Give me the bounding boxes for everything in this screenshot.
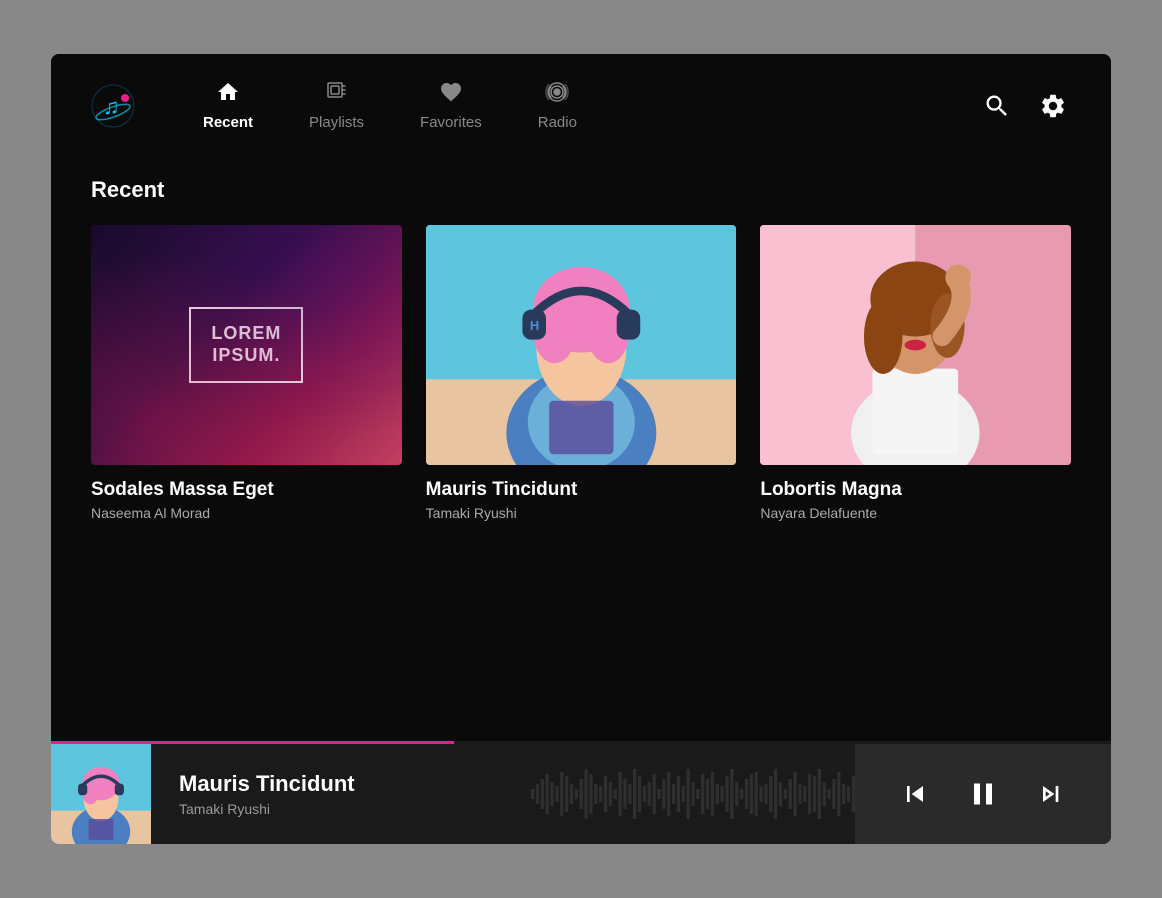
card-3-illustration <box>760 225 1071 465</box>
tab-recent[interactable]: Recent <box>175 72 281 139</box>
card-title-3: Lobortis Magna <box>760 479 1071 501</box>
player-thumbnail <box>51 744 151 844</box>
player-bar: Mauris Tincidunt Tamaki Ryushi <box>51 744 1111 844</box>
tab-playlists-label: Playlists <box>309 114 364 131</box>
nav-bar: ♫ Recent <box>51 54 1111 157</box>
tab-favorites[interactable]: Favorites <box>392 72 510 139</box>
card-image-3 <box>760 225 1071 465</box>
pause-button[interactable] <box>953 764 1013 824</box>
nav-actions <box>979 88 1071 124</box>
next-button[interactable] <box>1021 764 1081 824</box>
tab-playlists[interactable]: Playlists <box>281 72 392 139</box>
tab-recent-label: Recent <box>203 114 253 131</box>
player-controls <box>855 744 1111 844</box>
svg-text:H: H <box>530 318 539 333</box>
music-card-3[interactable]: Lobortis Magna Nayara Delafuente <box>760 225 1071 521</box>
nav-tabs: Recent Playlists <box>175 72 979 139</box>
card-artist-2: Tamaki Ryushi <box>426 505 737 521</box>
logo-icon: ♫ <box>91 84 135 128</box>
app-container: ♫ Recent <box>51 54 1111 844</box>
player-info: Mauris Tincidunt Tamaki Ryushi <box>151 771 531 817</box>
svg-text:♫: ♫ <box>103 94 120 119</box>
card-artist-3: Nayara Delafuente <box>760 505 1071 521</box>
card-title-2: Mauris Tincidunt <box>426 479 737 501</box>
search-button[interactable] <box>979 88 1015 124</box>
player-thumb-art <box>51 744 151 844</box>
section-title: Recent <box>91 177 1071 203</box>
radio-icon <box>545 80 569 108</box>
card-artist-1: Naseema Al Morad <box>91 505 402 521</box>
home-icon <box>216 80 240 108</box>
playlist-icon <box>325 80 349 108</box>
player-artist: Tamaki Ryushi <box>179 801 503 817</box>
tab-favorites-label: Favorites <box>420 114 482 131</box>
player-waveform <box>531 744 855 844</box>
player-title: Mauris Tincidunt <box>179 771 503 797</box>
prev-icon <box>899 778 931 810</box>
swirl-overlay <box>91 225 402 465</box>
card-image-1: LOREMIPSUM. <box>91 225 402 465</box>
prev-button[interactable] <box>885 764 945 824</box>
card-image-2: H <box>426 225 737 465</box>
music-card-1[interactable]: LOREMIPSUM. Sodales Massa Eget Naseema A… <box>91 225 402 521</box>
heart-icon <box>439 80 463 108</box>
pause-icon <box>965 776 1001 812</box>
card-title-1: Sodales Massa Eget <box>91 479 402 501</box>
search-icon <box>983 92 1011 120</box>
next-icon <box>1035 778 1067 810</box>
logo-area: ♫ <box>91 84 135 128</box>
tab-radio-label: Radio <box>538 114 577 131</box>
settings-button[interactable] <box>1035 88 1071 124</box>
music-card-2[interactable]: H Mauris Tincidunt Tamaki Ryushi <box>426 225 737 521</box>
main-content: Recent LOREMIPSUM. Sodales Massa Eget Na… <box>51 157 1111 741</box>
cards-row: LOREMIPSUM. Sodales Massa Eget Naseema A… <box>91 225 1071 521</box>
settings-icon <box>1039 92 1067 120</box>
tab-radio[interactable]: Radio <box>510 72 605 139</box>
card-2-illustration: H <box>426 225 737 465</box>
